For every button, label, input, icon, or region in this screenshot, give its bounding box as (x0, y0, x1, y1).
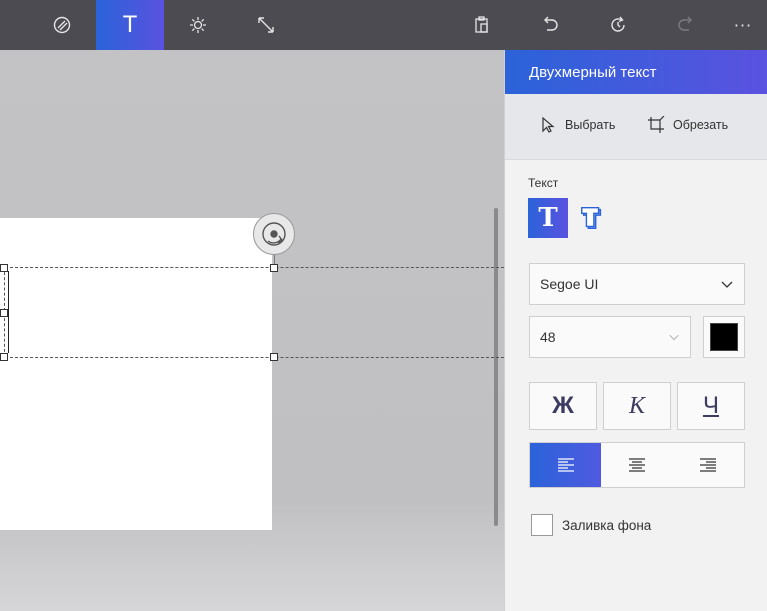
font-size-value: 48 (540, 329, 556, 345)
effects-icon[interactable] (164, 0, 232, 50)
italic-label: К (629, 392, 645, 419)
font-family-dropdown[interactable]: Segoe UI (529, 263, 745, 305)
alignment-group (529, 442, 745, 488)
resize-handle-bottom[interactable] (270, 353, 278, 361)
background-fill-checkbox[interactable] (531, 514, 553, 536)
history-icon[interactable] (584, 0, 652, 50)
rotate-icon (262, 222, 286, 246)
text-color-swatch (710, 323, 738, 351)
crop-button[interactable]: Обрезать (647, 116, 728, 134)
align-right-icon (700, 458, 717, 472)
text-icon: T (123, 12, 137, 38)
3d-text-icon (581, 207, 602, 229)
crop-icon (648, 116, 665, 133)
select-label: Выбрать (565, 118, 616, 132)
partial-tool-icon[interactable] (0, 0, 22, 50)
stickers-icon[interactable] (28, 0, 96, 50)
plain-text-icon: T (538, 203, 558, 233)
align-center-button[interactable] (601, 443, 672, 487)
italic-button[interactable]: К (603, 382, 671, 430)
more-icon[interactable]: ··· (709, 0, 767, 50)
crop-label: Обрезать (673, 118, 729, 132)
resize-handle-middle-left[interactable] (0, 309, 8, 317)
resize-handle-top-left[interactable] (0, 264, 8, 272)
text-side-panel: Двухмерный текст Выбрать Обрезать Текст … (504, 50, 767, 611)
panel-title: Двухмерный текст (505, 50, 767, 94)
chevron-down-icon (669, 334, 679, 341)
selection-bottom-edge (0, 357, 504, 358)
bold-label: Ж (552, 392, 574, 419)
text-caret (8, 271, 9, 353)
font-size-dropdown[interactable]: 48 (529, 316, 691, 358)
resize-handle-top[interactable] (270, 264, 278, 272)
align-left-icon (557, 458, 574, 472)
align-center-icon (628, 458, 645, 472)
align-left-button[interactable] (530, 443, 602, 487)
select-button[interactable]: Выбрать (539, 116, 615, 134)
resize-handle-bottom-left[interactable] (0, 353, 8, 361)
vertical-scrollbar[interactable] (494, 208, 498, 526)
text-tool-button[interactable]: T (96, 0, 164, 50)
align-right-button[interactable] (673, 443, 744, 487)
rotate-handle[interactable] (253, 213, 295, 255)
underline-label: Ч (703, 392, 719, 419)
background-fill-label: Заливка фона (562, 517, 652, 533)
undo-icon[interactable] (516, 0, 584, 50)
bold-button[interactable]: Ж (529, 382, 597, 430)
drawing-paper[interactable] (0, 218, 272, 530)
underline-button[interactable]: Ч (677, 382, 745, 430)
canvas-icon[interactable] (232, 0, 300, 50)
paste-icon[interactable] (448, 0, 516, 50)
text-section-label: Текст (528, 176, 559, 190)
background-fill-option[interactable]: Заливка фона (531, 514, 651, 536)
top-toolbar: T ··· (0, 0, 767, 50)
chevron-down-icon (721, 281, 733, 288)
plain-text-button[interactable]: T (528, 198, 568, 238)
3d-text-button[interactable] (572, 198, 612, 238)
canvas-area[interactable] (0, 50, 504, 611)
font-family-value: Segoe UI (540, 276, 599, 292)
selection-top-edge (0, 267, 504, 268)
select-crop-row: Выбрать Обрезать (505, 94, 767, 160)
cursor-icon (542, 116, 555, 133)
text-color-button[interactable] (703, 316, 745, 358)
